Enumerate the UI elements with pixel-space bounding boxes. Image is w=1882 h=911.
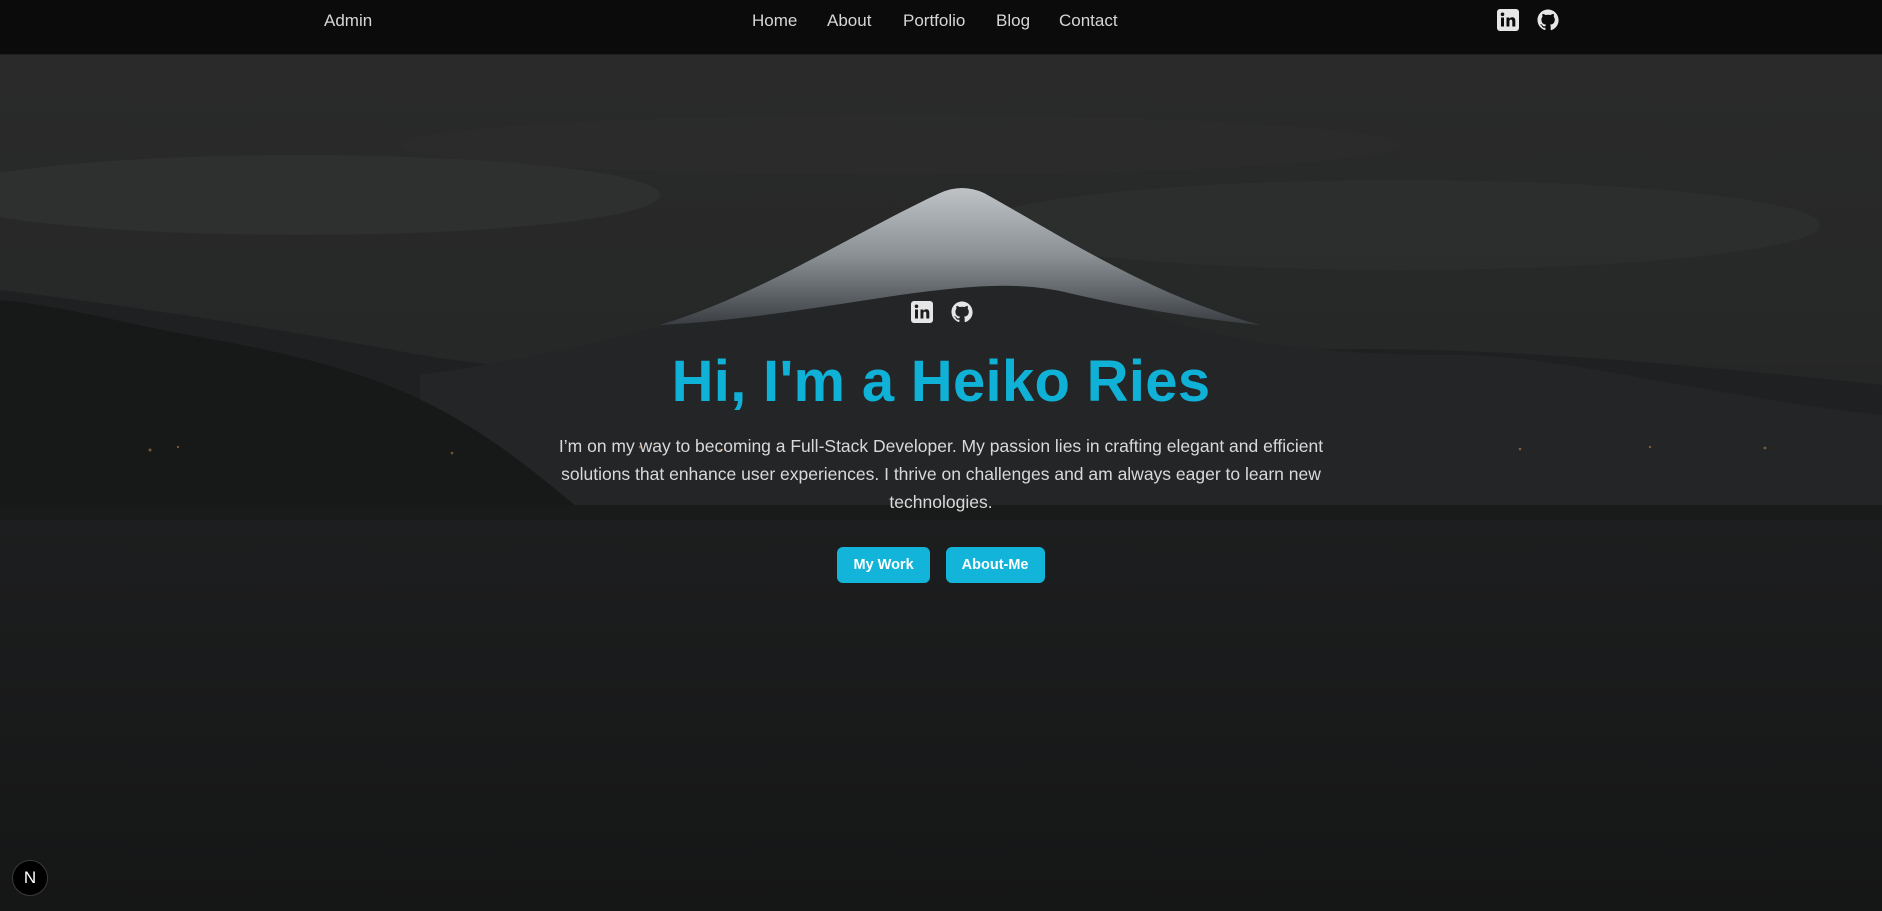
nextjs-dev-badge[interactable]: N	[12, 860, 48, 896]
hero-title: Hi, I'm a Heiko Ries	[671, 349, 1211, 414]
nav-link-blog[interactable]: Blog	[996, 11, 1030, 31]
page: Admin Home About Portfolio Blog Contact	[0, 0, 1882, 911]
hero-description: I’m on my way to becoming a Full-Stack D…	[558, 436, 1324, 512]
nav-social-links	[1496, 8, 1560, 32]
nav-links: Home About Portfolio Blog Contact	[0, 11, 1882, 33]
linkedin-icon[interactable]	[910, 300, 934, 324]
nav-link-home[interactable]: Home	[752, 11, 797, 31]
hero-social-links	[910, 300, 974, 324]
hero-buttons: My Work About-Me	[0, 547, 1882, 583]
nav-link-about[interactable]: About	[827, 11, 871, 31]
top-nav: Admin Home About Portfolio Blog Contact	[0, 0, 1882, 55]
github-icon[interactable]	[950, 300, 974, 324]
github-icon[interactable]	[1536, 8, 1560, 32]
my-work-button[interactable]: My Work	[837, 547, 930, 583]
linkedin-icon[interactable]	[1496, 8, 1520, 32]
nav-link-portfolio[interactable]: Portfolio	[903, 11, 965, 31]
about-me-button[interactable]: About-Me	[945, 547, 1045, 583]
nav-link-contact[interactable]: Contact	[1059, 11, 1118, 31]
